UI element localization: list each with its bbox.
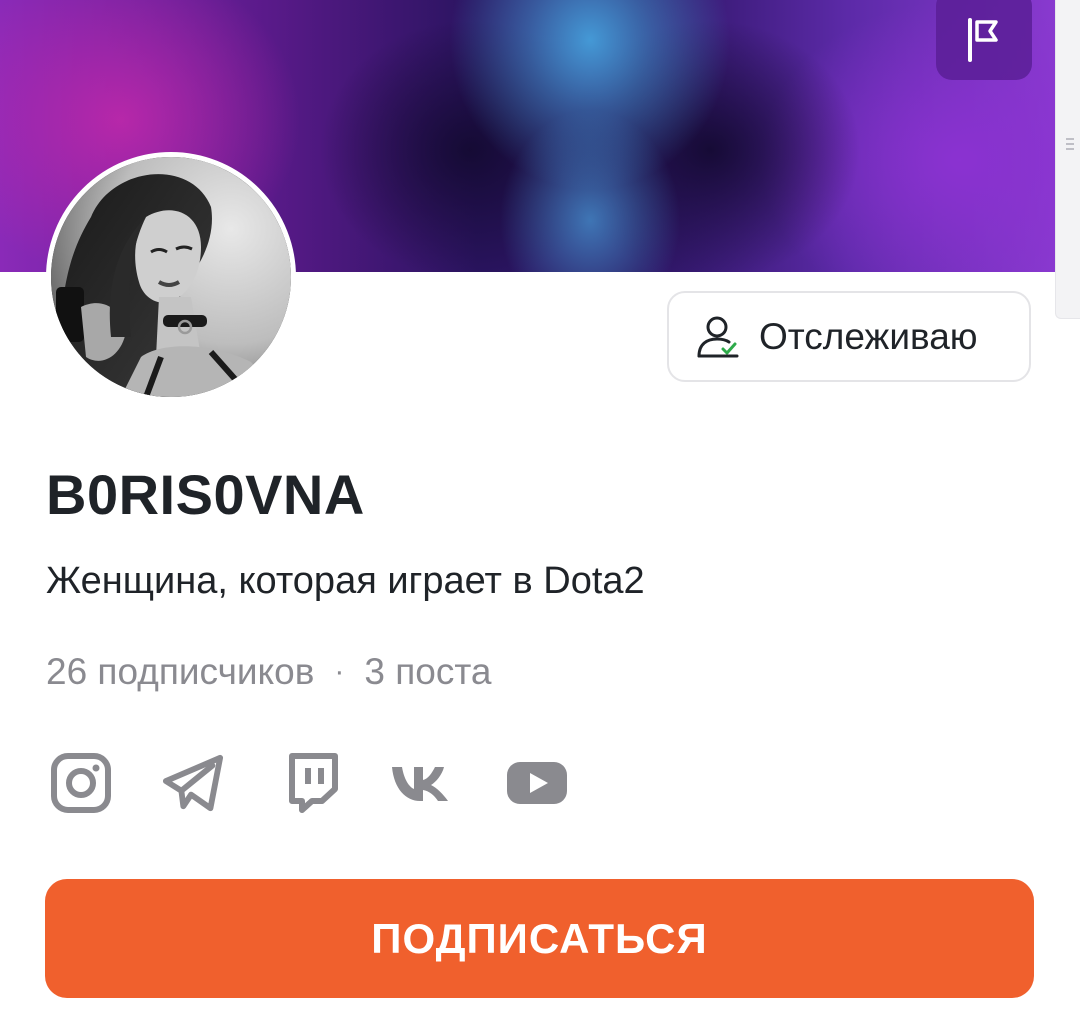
avatar-photo xyxy=(51,157,291,397)
twitch-icon xyxy=(289,753,338,813)
telegram-icon xyxy=(162,754,224,812)
profile-page: Отслеживаю B0RIS0VNA Женщина, которая иг… xyxy=(0,0,1080,1031)
vk-icon xyxy=(392,767,448,801)
username: B0RIS0VNA xyxy=(46,463,365,526)
following-label: Отслеживаю xyxy=(759,315,978,357)
instagram-link[interactable] xyxy=(50,752,112,814)
stats-separator: · xyxy=(334,655,345,688)
telegram-link[interactable] xyxy=(162,752,224,814)
profile-bio: Женщина, которая играет в Dota2 xyxy=(46,560,645,602)
instagram-icon xyxy=(51,753,111,813)
twitch-link[interactable] xyxy=(280,752,342,814)
profile-stats: 26 подписчиков · 3 поста xyxy=(46,651,492,693)
followers-count[interactable]: 26 подписчиков xyxy=(46,651,314,693)
flag-icon xyxy=(968,18,998,62)
posts-count[interactable]: 3 поста xyxy=(364,651,491,693)
vk-link[interactable] xyxy=(390,752,452,814)
following-button[interactable]: Отслеживаю xyxy=(667,291,1031,382)
youtube-link[interactable] xyxy=(506,752,568,814)
avatar[interactable] xyxy=(46,152,296,402)
subscribe-button[interactable]: ПОДПИСАТЬСЯ xyxy=(45,879,1034,998)
report-button[interactable] xyxy=(936,0,1032,80)
scrollbar-grip[interactable] xyxy=(1066,138,1074,150)
youtube-icon xyxy=(507,762,567,804)
user-check-icon xyxy=(697,316,739,357)
scrollbar[interactable] xyxy=(1055,0,1080,319)
